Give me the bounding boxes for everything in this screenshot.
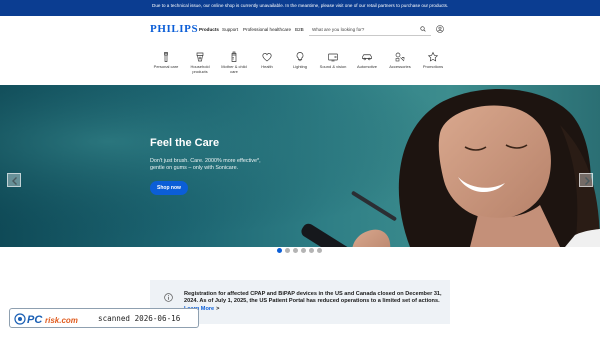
heart-icon <box>262 53 272 62</box>
category-mother-child[interactable]: Mother & child care <box>217 51 251 74</box>
category-label: Household products <box>190 64 210 74</box>
category-accessories[interactable]: Accessories <box>383 51 417 70</box>
hero-carousel: Feel the Care Don't just brush. Care. 20… <box>0 85 600 247</box>
category-label: Sound & vision <box>319 64 347 69</box>
category-lighting[interactable]: Lighting <box>283 51 317 70</box>
carousel-dot[interactable] <box>285 248 290 253</box>
info-icon <box>164 293 173 302</box>
category-sound-vision[interactable]: Sound & vision <box>316 51 350 70</box>
category-label: Accessories <box>389 64 411 69</box>
search-input[interactable]: What are you looking for? <box>309 24 431 36</box>
svg-text:risk.com: risk.com <box>45 316 78 325</box>
hero-title: Feel the Care <box>150 137 220 149</box>
hero-image <box>0 85 600 247</box>
category-health[interactable]: Health <box>250 51 284 70</box>
category-label: Automotive <box>356 64 377 69</box>
carousel-dot[interactable] <box>301 248 306 253</box>
banner-text: Due to a technical issue, our online sho… <box>152 3 449 8</box>
nav-b2b[interactable]: B2B <box>295 27 304 32</box>
page: Due to a technical issue, our online sho… <box>0 0 600 338</box>
baby-bottle-icon <box>231 51 237 62</box>
chevron-right-icon: > <box>216 306 220 312</box>
carousel-dot[interactable] <box>309 248 314 253</box>
nav-products[interactable]: Products <box>199 27 219 32</box>
category-label: Lighting <box>292 64 307 69</box>
star-icon <box>427 51 439 62</box>
hero-subtitle: Don't just brush. Care. 2000% more effec… <box>150 158 261 172</box>
carousel-dot[interactable] <box>317 248 322 253</box>
tv-icon <box>328 53 338 62</box>
chevron-right-icon <box>585 177 590 185</box>
category-label: Personal care <box>153 64 179 69</box>
watermark-stamp: scanned 2026-06-16 <box>98 314 181 323</box>
shop-now-button[interactable]: Shop now <box>150 181 188 195</box>
category-label: Mother & child care <box>221 64 247 74</box>
search-icon[interactable] <box>420 26 426 32</box>
car-icon <box>362 54 372 61</box>
maintenance-banner: Due to a technical issue, our online sho… <box>0 0 600 16</box>
notice-text: Registration for affected CPAP and BiPAP… <box>184 291 442 305</box>
svg-text:PC: PC <box>27 314 43 326</box>
category-household[interactable]: Household products <box>183 51 217 74</box>
watermark: PC risk.com scanned 2026-06-16 <box>9 308 199 328</box>
category-label: Health <box>261 64 273 69</box>
carousel-prev-button[interactable] <box>7 173 21 187</box>
category-nav: Personal care Household products Mother … <box>0 46 600 84</box>
category-automotive[interactable]: Automotive <box>350 51 384 70</box>
bulb-icon <box>296 52 304 62</box>
category-promotions[interactable]: Promotions <box>416 51 450 70</box>
nav-support[interactable]: Support <box>222 27 238 32</box>
accessories-icon <box>395 52 405 62</box>
pcrisk-logo: PC risk.com <box>14 313 78 326</box>
search-placeholder: What are you looking for? <box>312 27 365 32</box>
carousel-dot[interactable] <box>293 248 298 253</box>
personal-care-icon <box>164 52 168 62</box>
chevron-left-icon <box>12 177 17 185</box>
carousel-next-button[interactable] <box>579 173 593 187</box>
category-personal-care[interactable]: Personal care <box>149 51 183 70</box>
carousel-dot[interactable] <box>277 248 282 253</box>
account-icon[interactable] <box>436 25 444 33</box>
household-icon <box>196 52 204 62</box>
category-label: Promotions <box>422 64 444 69</box>
nav-professional-healthcare[interactable]: Professional healthcare <box>243 27 291 32</box>
site-header: PHILIPS Products Support Professional he… <box>0 16 600 46</box>
philips-logo[interactable]: PHILIPS <box>150 23 198 35</box>
